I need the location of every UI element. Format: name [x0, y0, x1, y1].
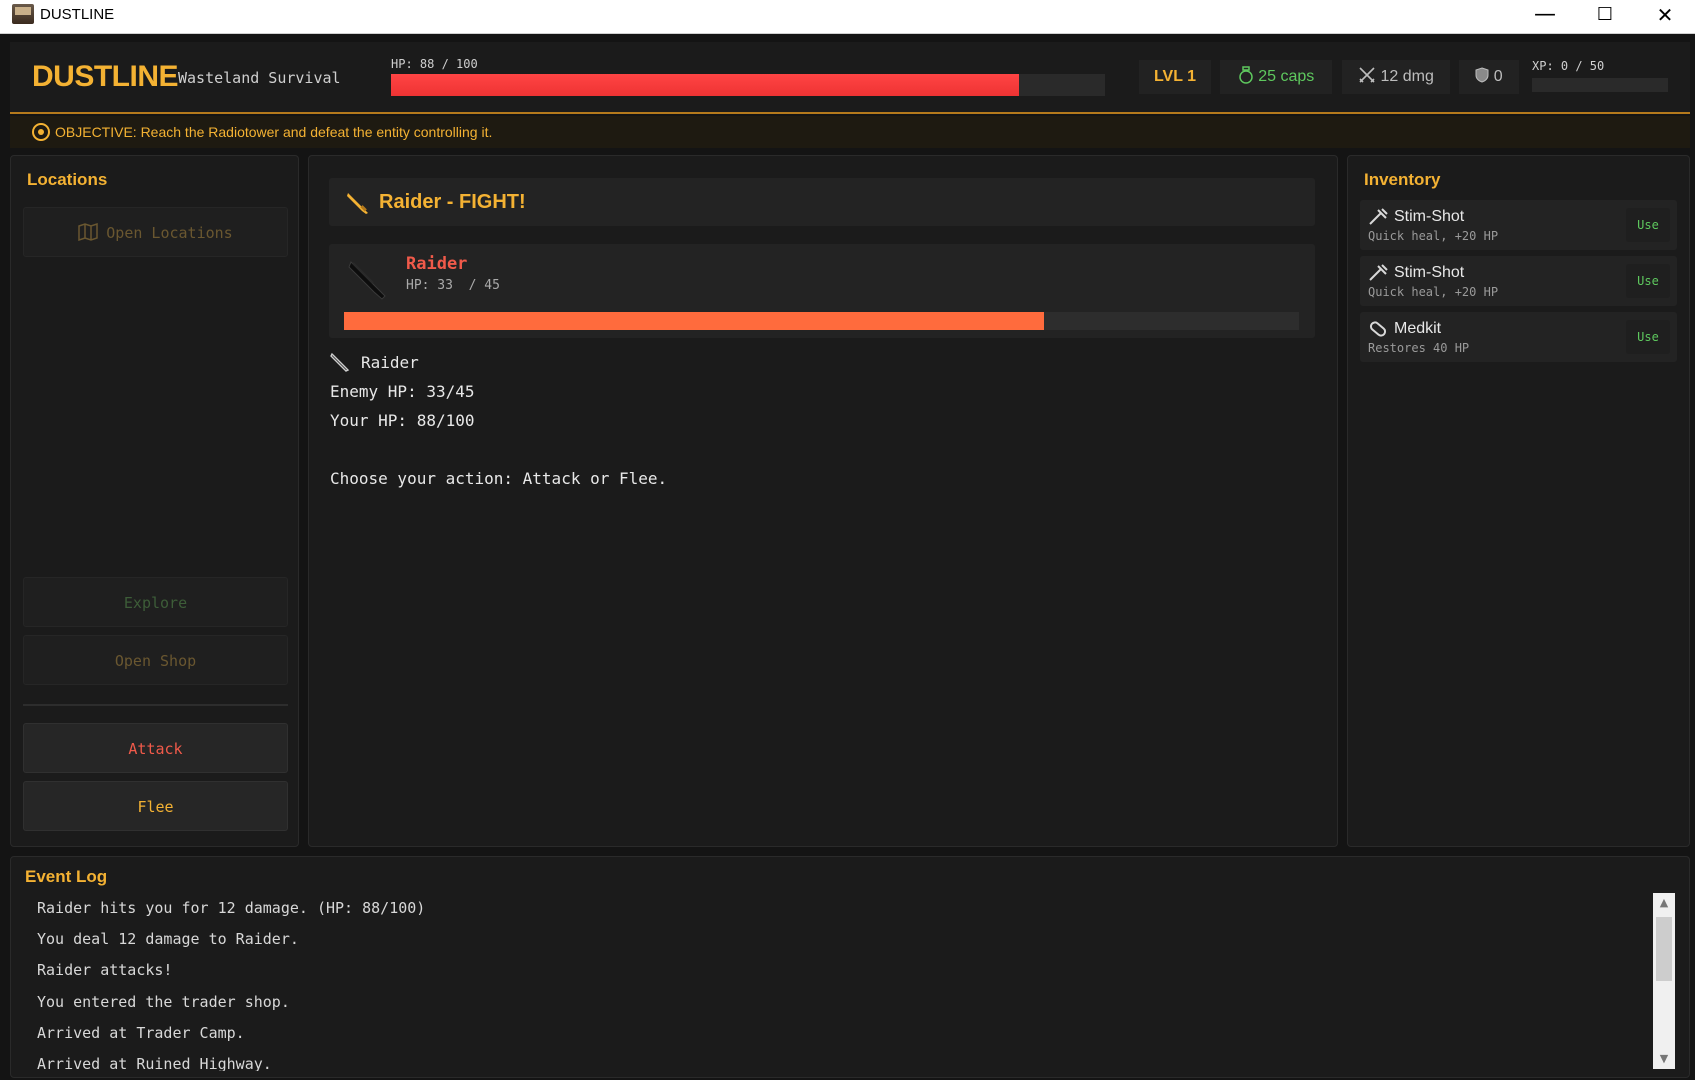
inventory-item: Stim-Shot Quick heal, +20 HP Use: [1360, 256, 1677, 306]
inventory-item-desc: Quick heal, +20 HP: [1368, 285, 1499, 299]
event-log-list: Raider hits you for 12 damage. (HP: 88/1…: [11, 893, 1651, 1071]
use-item-button[interactable]: Use: [1626, 208, 1670, 242]
scroll-down-icon[interactable]: ▼: [1653, 1049, 1675, 1069]
knife-icon: [348, 261, 386, 300]
log-entry: Raider hits you for 12 damage. (HP: 88/1…: [37, 899, 426, 917]
game-subtitle: Wasteland Survival: [178, 69, 341, 87]
knife-icon: [330, 352, 350, 372]
scrollbar-thumb[interactable]: [1656, 917, 1672, 981]
target-icon: [32, 123, 50, 141]
player-hp-bar: [391, 74, 1105, 96]
enemy-hp-fill: [344, 312, 1044, 330]
armor-value: 0: [1493, 68, 1503, 85]
open-locations-button[interactable]: Open Locations: [23, 207, 288, 257]
caps-badge: 25 caps: [1220, 60, 1332, 94]
event-log-title: Event Log: [25, 867, 108, 886]
minimize-button[interactable]: —: [1515, 0, 1575, 34]
player-hp-fill: [391, 74, 1020, 96]
open-shop-button[interactable]: Open Shop: [23, 635, 288, 685]
app-icon: [12, 4, 34, 24]
inventory-item-name: Stim-Shot: [1394, 208, 1465, 225]
objective-banner: OBJECTIVE: Reach the Radiotower and defe…: [10, 116, 1690, 148]
objective-text: OBJECTIVE: Reach the Radiotower and defe…: [55, 124, 493, 140]
player-hp-label: HP: 88 / 100: [391, 57, 478, 71]
log-entry: You entered the trader shop.: [37, 993, 290, 1011]
inventory-item-name: Medkit: [1394, 320, 1442, 337]
enemy-hp-label: HP: 33 / 45: [406, 278, 500, 293]
inventory-panel: Inventory Stim-Shot Quick heal, +20 HP U…: [1347, 155, 1690, 847]
xp-bar: [1532, 78, 1668, 92]
syringe-icon: [1369, 208, 1388, 225]
inventory-item-desc: Restores 40 HP: [1368, 341, 1470, 355]
use-item-button[interactable]: Use: [1626, 320, 1670, 354]
caps-value: 25 caps: [1258, 68, 1315, 85]
level-badge: LVL 1: [1139, 60, 1211, 94]
syringe-icon: [1369, 264, 1388, 281]
open-locations-label: Open Locations: [106, 224, 233, 242]
game-logo: DUSTLINE: [32, 60, 179, 93]
map-icon: [78, 222, 99, 242]
inventory-title: Inventory: [1364, 170, 1441, 189]
caps-icon: [1239, 66, 1253, 84]
crossed-swords-icon: [1359, 67, 1375, 83]
xp-label: XP: 0 / 50: [1532, 59, 1605, 73]
log-entry: Raider attacks!: [37, 961, 173, 979]
log-entry: You deal 12 damage to Raider.: [37, 930, 299, 948]
close-button[interactable]: ✕: [1635, 0, 1695, 34]
damage-value: 12 dmg: [1380, 68, 1434, 85]
scroll-up-icon[interactable]: ▲: [1653, 893, 1675, 913]
window-titlebar: DUSTLINE — ☐ ✕: [0, 0, 1695, 34]
locations-title: Locations: [27, 170, 108, 189]
inventory-item-name: Stim-Shot: [1394, 264, 1465, 281]
encounter-prompt: Choose your action: Attack or Flee.: [330, 469, 668, 488]
maximize-button[interactable]: ☐: [1575, 0, 1635, 34]
inventory-item: Medkit Restores 40 HP Use: [1360, 312, 1677, 362]
fight-header: Raider - FIGHT!: [329, 178, 1315, 226]
locations-panel: Locations Open Locations Explore Open Sh…: [10, 155, 299, 847]
log-entry: Arrived at Ruined Highway.: [37, 1055, 272, 1071]
encounter-enemy-hp-line: Enemy HP: 33/45: [330, 382, 475, 401]
encounter-panel: Raider - FIGHT! Raider HP: 33 / 45 Raide…: [308, 155, 1338, 847]
enemy-hp-bar: [344, 312, 1299, 330]
encounter-enemy-line: Raider: [361, 353, 419, 372]
armor-badge: 0: [1459, 60, 1519, 94]
enemy-name: Raider: [406, 254, 468, 274]
event-log-scrollbar[interactable]: ▲ ▼: [1653, 893, 1675, 1069]
event-log-panel: Event Log Raider hits you for 12 damage.…: [10, 856, 1690, 1078]
flee-button[interactable]: Flee: [23, 781, 288, 831]
encounter-player-hp-line: Your HP: 88/100: [330, 411, 475, 430]
attack-button[interactable]: Attack: [23, 723, 288, 773]
game-header: DUSTLINE Wasteland Survival HP: 88 / 100…: [10, 42, 1690, 114]
bandage-icon: [1369, 321, 1387, 337]
fight-title: Raider - FIGHT!: [379, 191, 526, 213]
log-entry: Arrived at Trader Camp.: [37, 1024, 245, 1042]
explore-button[interactable]: Explore: [23, 577, 288, 627]
shield-icon: [1475, 67, 1489, 83]
knife-icon: [347, 193, 368, 214]
use-item-button[interactable]: Use: [1626, 264, 1670, 298]
inventory-item-desc: Quick heal, +20 HP: [1368, 229, 1499, 243]
panel-divider: [23, 704, 288, 706]
window-title: DUSTLINE: [40, 6, 115, 23]
inventory-item: Stim-Shot Quick heal, +20 HP Use: [1360, 200, 1677, 250]
enemy-card: Raider HP: 33 / 45: [329, 244, 1315, 338]
damage-badge: 12 dmg: [1342, 60, 1450, 94]
